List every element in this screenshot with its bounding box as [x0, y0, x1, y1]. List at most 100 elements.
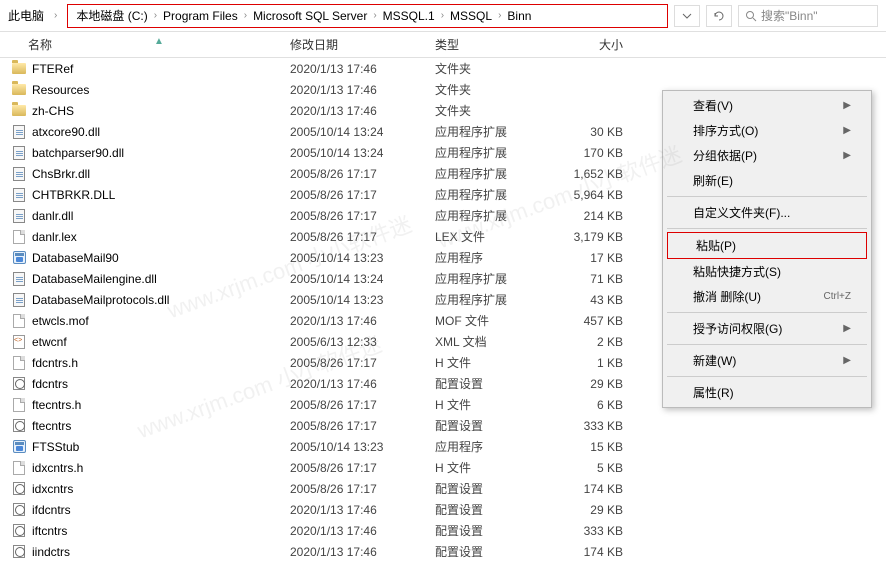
file-date: 2005/8/26 17:17 — [290, 230, 435, 244]
file-size: 5 KB — [545, 461, 635, 475]
menu-item[interactable]: 自定义文件夹(F)... — [665, 200, 869, 225]
file-date: 2005/6/13 12:33 — [290, 335, 435, 349]
file-name: batchparser90.dll — [28, 146, 290, 160]
chevron-right-icon: › — [54, 10, 57, 21]
menu-item-label: 刷新(E) — [693, 172, 733, 189]
file-row[interactable]: iftcntrs2020/1/13 17:46配置设置333 KB — [10, 520, 886, 541]
file-type: 文件夹 — [435, 81, 545, 98]
menu-item[interactable]: 刷新(E) — [665, 168, 869, 193]
refresh-button[interactable] — [706, 5, 732, 27]
file-type: 配置设置 — [435, 480, 545, 497]
file-name: fdcntrs — [28, 377, 290, 391]
file-date: 2020/1/13 17:46 — [290, 62, 435, 76]
menu-separator — [667, 196, 867, 197]
file-row[interactable]: ftecntrs2005/8/26 17:17配置设置333 KB — [10, 415, 886, 436]
file-name: FTERef — [28, 62, 290, 76]
file-type: 配置设置 — [435, 417, 545, 434]
xml-icon — [10, 335, 28, 349]
menu-separator — [667, 344, 867, 345]
file-size: 174 KB — [545, 482, 635, 496]
breadcrumb-item[interactable]: Microsoft SQL Server — [251, 9, 369, 23]
menu-item[interactable]: 分组依据(P)▶ — [665, 143, 869, 168]
file-date: 2020/1/13 17:46 — [290, 83, 435, 97]
file-type: LEX 文件 — [435, 228, 545, 245]
cfg-icon — [10, 545, 28, 558]
history-dropdown[interactable] — [674, 5, 700, 27]
file-row[interactable]: FTERef2020/1/13 17:46文件夹 — [10, 58, 886, 79]
cfg-icon — [10, 524, 28, 537]
file-type: 文件夹 — [435, 60, 545, 77]
file-date: 2005/10/14 13:24 — [290, 125, 435, 139]
file-date: 2005/8/26 17:17 — [290, 167, 435, 181]
menu-item-label: 粘贴(P) — [696, 237, 736, 254]
menu-item[interactable]: 授予访问权限(G)▶ — [665, 316, 869, 341]
file-name: danlr.lex — [28, 230, 290, 244]
menu-item[interactable]: 新建(W)▶ — [665, 348, 869, 373]
chevron-right-icon: ▶ — [843, 100, 851, 111]
breadcrumb-root[interactable]: 此电脑 — [8, 7, 44, 24]
file-name: atxcore90.dll — [28, 125, 290, 139]
file-type: H 文件 — [435, 459, 545, 476]
file-name: idxcntrs — [28, 482, 290, 496]
menu-item-label: 授予访问权限(G) — [693, 320, 782, 337]
menu-item[interactable]: 属性(R) — [665, 380, 869, 405]
column-header-size[interactable]: 大小 — [545, 36, 635, 53]
menu-item[interactable]: 查看(V) ▶ — [665, 93, 869, 118]
file-size: 29 KB — [545, 377, 635, 391]
app-blue-icon — [10, 251, 28, 264]
file-type: 应用程序扩展 — [435, 291, 545, 308]
file-size: 170 KB — [545, 146, 635, 160]
file-type: 应用程序扩展 — [435, 144, 545, 161]
file-date: 2020/1/13 17:46 — [290, 377, 435, 391]
file-name: fdcntrs.h — [28, 356, 290, 370]
file-size: 214 KB — [545, 209, 635, 223]
chevron-right-icon: › — [498, 10, 501, 21]
column-headers: ▲ 名称 修改日期 类型 大小 — [0, 32, 886, 58]
file-row[interactable]: iindctrs2020/1/13 17:46配置设置174 KB — [10, 541, 886, 562]
search-input[interactable]: 搜索"Binn" — [738, 5, 878, 27]
file-name: iftcntrs — [28, 524, 290, 538]
menu-item[interactable]: 排序方式(O)▶ — [665, 118, 869, 143]
cfg-icon — [10, 503, 28, 516]
folder-icon — [10, 63, 28, 74]
file-type: 配置设置 — [435, 375, 545, 392]
file-name: ifdcntrs — [28, 503, 290, 517]
column-header-type[interactable]: 类型 — [435, 36, 545, 53]
file-size: 5,964 KB — [545, 188, 635, 202]
breadcrumb-item[interactable]: MSSQL — [448, 9, 494, 23]
dll-icon — [10, 125, 28, 139]
chevron-right-icon: › — [373, 10, 376, 21]
file-row[interactable]: idxcntrs.h2005/8/26 17:17H 文件5 KB — [10, 457, 886, 478]
file-name: FTSStub — [28, 440, 290, 454]
file-date: 2005/10/14 13:23 — [290, 440, 435, 454]
file-size: 457 KB — [545, 314, 635, 328]
breadcrumb-item[interactable]: Program Files — [161, 9, 240, 23]
menu-item-label: 分组依据(P) — [693, 147, 757, 164]
menu-item[interactable]: 粘贴快捷方式(S) — [665, 259, 869, 284]
breadcrumb[interactable]: 本地磁盘 (C:) › Program Files › Microsoft SQL Se… — [67, 4, 668, 28]
file-type: 应用程序扩展 — [435, 123, 545, 140]
file-type: 文件夹 — [435, 102, 545, 119]
menu-item[interactable]: 粘贴(P) — [667, 232, 867, 259]
breadcrumb-item[interactable]: 本地磁盘 (C:) — [74, 7, 149, 24]
menu-item[interactable]: 撤消 删除(U)Ctrl+Z — [665, 284, 869, 309]
file-icon — [10, 230, 28, 244]
file-icon — [10, 461, 28, 475]
file-size: 71 KB — [545, 272, 635, 286]
file-type: 应用程序扩展 — [435, 165, 545, 182]
address-toolbar: 此电脑 › 本地磁盘 (C:) › Program Files › Microsoft … — [0, 0, 886, 32]
dll-icon — [10, 188, 28, 202]
file-date: 2005/8/26 17:17 — [290, 398, 435, 412]
chevron-right-icon: › — [154, 10, 157, 21]
breadcrumb-item[interactable]: MSSQL.1 — [381, 9, 437, 23]
file-date: 2005/8/26 17:17 — [290, 188, 435, 202]
file-row[interactable]: idxcntrs2005/8/26 17:17配置设置174 KB — [10, 478, 886, 499]
chevron-right-icon: › — [441, 10, 444, 21]
breadcrumb-item[interactable]: Binn — [505, 9, 533, 23]
menu-item-label: 查看(V) — [693, 97, 733, 114]
dll-icon — [10, 293, 28, 307]
file-date: 2005/10/14 13:24 — [290, 146, 435, 160]
file-row[interactable]: FTSStub2005/10/14 13:23应用程序15 KB — [10, 436, 886, 457]
file-row[interactable]: ifdcntrs2020/1/13 17:46配置设置29 KB — [10, 499, 886, 520]
column-header-date[interactable]: 修改日期 — [290, 36, 435, 53]
